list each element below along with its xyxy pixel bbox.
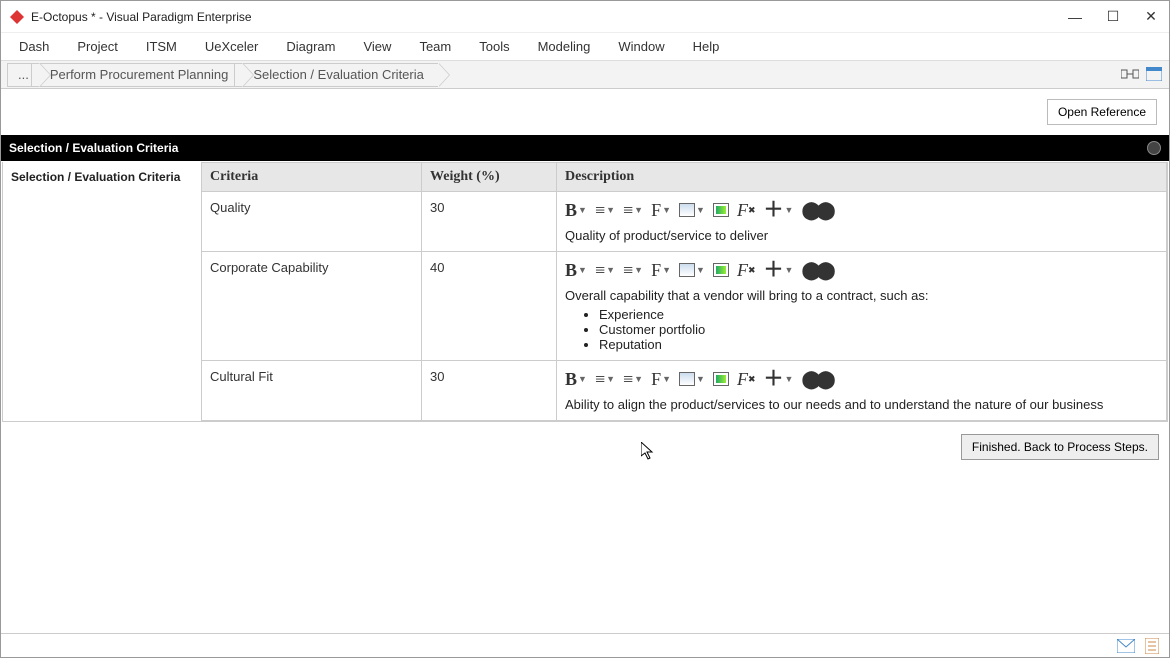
- window-controls: — ☐ ✕: [1065, 8, 1161, 25]
- menu-window[interactable]: Window: [618, 39, 664, 54]
- menu-team[interactable]: Team: [419, 39, 451, 54]
- clear-format-icon[interactable]: F✖: [737, 261, 756, 279]
- menu-itsm[interactable]: ITSM: [146, 39, 177, 54]
- breadcrumb-2-label: Selection / Evaluation Criteria: [253, 67, 424, 82]
- description-text[interactable]: Overall capability that a vendor will br…: [565, 288, 1158, 352]
- clear-format-icon[interactable]: F✖: [737, 201, 756, 219]
- criteria-cell[interactable]: Cultural Fit: [202, 361, 422, 421]
- breadcrumb-item-2[interactable]: Selection / Evaluation Criteria: [234, 63, 438, 87]
- color-icon[interactable]: [713, 263, 729, 277]
- menu-uexceler[interactable]: UeXceler: [205, 39, 258, 54]
- section-title-bar: Selection / Evaluation Criteria: [1, 135, 1169, 161]
- font-icon[interactable]: F▼: [651, 201, 671, 219]
- toolbar-icon-panel[interactable]: [1145, 65, 1163, 83]
- font-icon[interactable]: F▼: [651, 370, 671, 388]
- titlebar: E-Octopus * - Visual Paradigm Enterprise…: [1, 1, 1169, 33]
- breadcrumb-root-label: ...: [18, 67, 29, 82]
- criteria-cell[interactable]: Quality: [202, 192, 422, 252]
- add-icon[interactable]: ＋▼: [764, 200, 794, 220]
- maximize-button[interactable]: ☐: [1103, 8, 1123, 25]
- table-header-criteria: Criteria: [202, 163, 422, 192]
- description-cell[interactable]: B▼ ▼ ▼ F▼ ▼ F✖ ＋▼ ⬤⬤ Overall capability …: [557, 252, 1167, 361]
- rte-toolbar: B▼ ▼ ▼ F▼ ▼ F✖ ＋▼ ⬤⬤: [565, 260, 1158, 280]
- toolbar-icon-layout[interactable]: [1121, 65, 1139, 83]
- minimize-button[interactable]: —: [1065, 9, 1085, 25]
- menu-modeling[interactable]: Modeling: [538, 39, 591, 54]
- color-icon[interactable]: [713, 203, 729, 217]
- description-text[interactable]: Quality of product/service to deliver: [565, 228, 1158, 243]
- menu-diagram[interactable]: Diagram: [286, 39, 335, 54]
- table-row: Cultural Fit30 B▼ ▼ ▼ F▼ ▼ F✖ ＋▼ ⬤⬤ Abil…: [202, 361, 1167, 421]
- list-icon[interactable]: ▼: [623, 201, 643, 219]
- breadcrumb-item-1[interactable]: Perform Procurement Planning: [31, 63, 242, 87]
- description-text[interactable]: Ability to align the product/services to…: [565, 397, 1158, 412]
- menu-help[interactable]: Help: [693, 39, 720, 54]
- color-icon[interactable]: [713, 372, 729, 386]
- bullet-item: Experience: [599, 307, 1158, 322]
- header-actions: Open Reference: [1, 89, 1169, 135]
- bold-icon[interactable]: B▼: [565, 261, 587, 279]
- breadcrumb-1-label: Perform Procurement Planning: [50, 67, 228, 82]
- find-icon[interactable]: ⬤⬤: [801, 261, 829, 279]
- breadcrumb-bar: ... Perform Procurement Planning Selecti…: [1, 61, 1169, 89]
- table-row: Corporate Capability40 B▼ ▼ ▼ F▼ ▼ F✖ ＋▼…: [202, 252, 1167, 361]
- find-icon[interactable]: ⬤⬤: [801, 370, 829, 388]
- add-icon[interactable]: ＋▼: [764, 369, 794, 389]
- menu-view[interactable]: View: [363, 39, 391, 54]
- content-area: Selection / Evaluation Criteria Criteria…: [2, 162, 1168, 422]
- weight-cell[interactable]: 40: [422, 252, 557, 361]
- weight-cell[interactable]: 30: [422, 361, 557, 421]
- bullet-item: Customer portfolio: [599, 322, 1158, 337]
- add-icon[interactable]: ＋▼: [764, 260, 794, 280]
- table-icon[interactable]: ▼: [679, 263, 705, 277]
- table-header-description: Description: [557, 163, 1167, 192]
- table-icon[interactable]: ▼: [679, 203, 705, 217]
- table-row: Quality30 B▼ ▼ ▼ F▼ ▼ F✖ ＋▼ ⬤⬤ Quality o…: [202, 192, 1167, 252]
- align-icon[interactable]: ▼: [595, 201, 615, 219]
- align-icon[interactable]: ▼: [595, 370, 615, 388]
- window-title: E-Octopus * - Visual Paradigm Enterprise: [31, 10, 1065, 24]
- bullet-item: Reputation: [599, 337, 1158, 352]
- open-reference-button[interactable]: Open Reference: [1047, 99, 1157, 125]
- find-icon[interactable]: ⬤⬤: [801, 201, 829, 219]
- menubar: Dash Project ITSM UeXceler Diagram View …: [1, 33, 1169, 61]
- criteria-table: Criteria Weight (%) Description Quality3…: [201, 162, 1167, 421]
- clear-format-icon[interactable]: F✖: [737, 370, 756, 388]
- table-header-weight: Weight (%): [422, 163, 557, 192]
- app-icon: [9, 9, 25, 25]
- rte-toolbar: B▼ ▼ ▼ F▼ ▼ F✖ ＋▼ ⬤⬤: [565, 200, 1158, 220]
- rte-toolbar: B▼ ▼ ▼ F▼ ▼ F✖ ＋▼ ⬤⬤: [565, 369, 1158, 389]
- finished-button[interactable]: Finished. Back to Process Steps.: [961, 434, 1159, 460]
- status-bar: [1, 633, 1169, 657]
- footer-actions: Finished. Back to Process Steps.: [1, 422, 1169, 472]
- menu-project[interactable]: Project: [77, 39, 117, 54]
- mail-icon[interactable]: [1117, 639, 1135, 653]
- document-icon[interactable]: [1145, 638, 1159, 654]
- weight-cell[interactable]: 30: [422, 192, 557, 252]
- bold-icon[interactable]: B▼: [565, 201, 587, 219]
- align-icon[interactable]: ▼: [595, 261, 615, 279]
- bold-icon[interactable]: B▼: [565, 370, 587, 388]
- table-icon[interactable]: ▼: [679, 372, 705, 386]
- font-icon[interactable]: F▼: [651, 261, 671, 279]
- description-cell[interactable]: B▼ ▼ ▼ F▼ ▼ F✖ ＋▼ ⬤⬤ Ability to align th…: [557, 361, 1167, 421]
- side-label: Selection / Evaluation Criteria: [3, 162, 201, 421]
- criteria-cell[interactable]: Corporate Capability: [202, 252, 422, 361]
- close-button[interactable]: ✕: [1141, 8, 1161, 25]
- menu-tools[interactable]: Tools: [479, 39, 509, 54]
- section-collapse-icon[interactable]: [1147, 141, 1161, 155]
- description-cell[interactable]: B▼ ▼ ▼ F▼ ▼ F✖ ＋▼ ⬤⬤ Quality of product/…: [557, 192, 1167, 252]
- list-icon[interactable]: ▼: [623, 261, 643, 279]
- list-icon[interactable]: ▼: [623, 370, 643, 388]
- section-title: Selection / Evaluation Criteria: [9, 141, 178, 155]
- menu-dash[interactable]: Dash: [19, 39, 49, 54]
